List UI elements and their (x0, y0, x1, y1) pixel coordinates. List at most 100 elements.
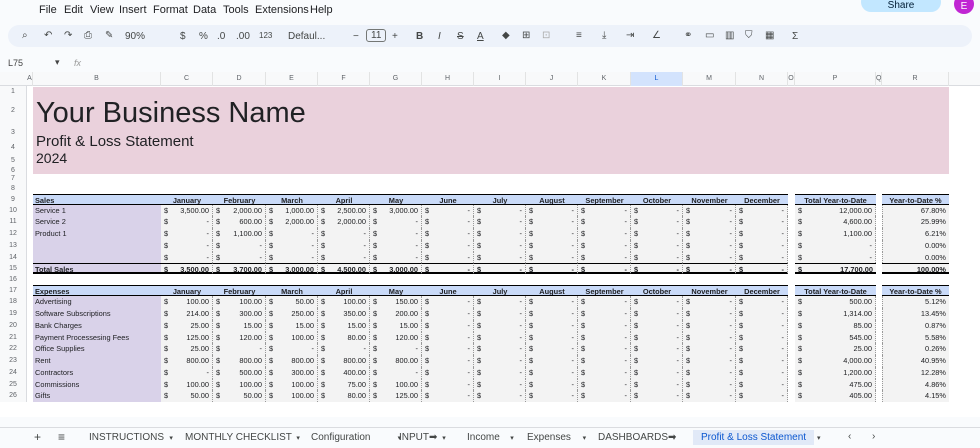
month-cell[interactable]: $100.00 (266, 332, 318, 343)
month-cell[interactable]: $ - (736, 216, 788, 228)
row-header-12[interactable]: 12 (0, 228, 27, 240)
month-header-february[interactable]: February (213, 194, 266, 205)
total-ytd-header[interactable]: Total Year-to-Date (795, 194, 876, 205)
month-cell[interactable]: $ - (526, 367, 578, 379)
month-cell[interactable]: $ - (161, 228, 213, 240)
month-cell[interactable]: $ - (474, 308, 526, 320)
menu-item-data[interactable]: Data (193, 4, 216, 16)
month-cell[interactable]: $ - (736, 367, 788, 379)
month-cell[interactable]: $ - (422, 205, 474, 216)
month-cell[interactable]: $4,500.00 (318, 263, 370, 274)
scroll-tabs-left-icon[interactable]: ‹ (848, 431, 851, 442)
column-header-d[interactable]: D (213, 72, 266, 86)
month-header-june[interactable]: June (422, 194, 474, 205)
month-cell[interactable]: $25.00 (161, 320, 213, 332)
percent-format-button[interactable]: % (199, 31, 208, 42)
month-cell[interactable]: $ - (683, 367, 736, 379)
month-cell[interactable]: $400.00 (318, 367, 370, 379)
month-cell[interactable]: $ - (318, 252, 370, 263)
total-ytd-cell[interactable]: $1,314.00 (795, 308, 876, 320)
month-cell[interactable]: $100.00 (318, 296, 370, 308)
month-cell[interactable]: $3,500.00 (161, 263, 213, 274)
month-cell[interactable]: $ - (683, 320, 736, 332)
month-cell[interactable]: $15.00 (266, 320, 318, 332)
row-header-13[interactable]: 13 (0, 240, 27, 252)
month-cell[interactable]: $ - (578, 252, 631, 263)
month-cell[interactable]: $ - (526, 355, 578, 367)
month-cell[interactable]: $ - (526, 379, 578, 390)
total-ytd-cell[interactable]: $4,600.00 (795, 216, 876, 228)
month-cell[interactable]: $ - (578, 379, 631, 390)
share-button[interactable]: Share (861, 0, 941, 12)
month-cell[interactable]: $ - (318, 228, 370, 240)
row-header-24[interactable]: 24 (0, 367, 27, 379)
ytd-pct-cell[interactable]: 4.86% (882, 379, 949, 390)
month-cell[interactable]: $15.00 (318, 320, 370, 332)
filter-icon[interactable]: ⛉ (745, 30, 753, 41)
increase-decimal-button[interactable]: .00 (236, 31, 250, 42)
month-cell[interactable]: $ - (578, 390, 631, 402)
search-icon[interactable]: ⌕ (22, 30, 28, 41)
month-cell[interactable]: $ - (578, 355, 631, 367)
month-cell[interactable]: $ - (631, 228, 683, 240)
month-cell[interactable]: $ - (474, 343, 526, 355)
undo-icon[interactable]: ↶ (44, 30, 52, 41)
menu-item-file[interactable]: File (39, 4, 57, 16)
month-cell[interactable]: $ - (318, 343, 370, 355)
month-cell[interactable]: $ - (474, 332, 526, 343)
total-ytd-cell[interactable]: $ - (795, 252, 876, 263)
month-cell[interactable]: $ - (631, 308, 683, 320)
row-header-26[interactable]: 26 (0, 390, 27, 402)
month-cell[interactable]: $ - (526, 296, 578, 308)
total-sales-label[interactable]: Total Sales (33, 263, 161, 274)
month-cell[interactable]: $214.00 (161, 308, 213, 320)
number-format-button[interactable]: 123 (259, 31, 272, 40)
month-header-may[interactable]: May (370, 194, 422, 205)
borders-icon[interactable]: ⊞ (522, 30, 530, 41)
month-cell[interactable]: $ - (526, 343, 578, 355)
row-header-14[interactable]: 14 (0, 252, 27, 263)
ytd-pct-cell[interactable]: 0.87% (882, 320, 949, 332)
month-cell[interactable]: $250.00 (266, 308, 318, 320)
row-label[interactable]: Contractors (33, 367, 161, 379)
month-header-december[interactable]: December (736, 285, 788, 296)
row-label[interactable]: Commissions (33, 379, 161, 390)
tab-dropdown-icon[interactable]: ▾ (583, 434, 587, 442)
currency-format-button[interactable]: $ (180, 31, 186, 42)
month-header-october[interactable]: October (631, 194, 683, 205)
month-cell[interactable]: $ - (736, 240, 788, 252)
ytd-pct-header[interactable]: Year-to-Date % (882, 194, 949, 205)
month-cell[interactable]: $ - (683, 355, 736, 367)
month-header-april[interactable]: April (318, 285, 370, 296)
month-cell[interactable]: $ - (631, 263, 683, 274)
column-header-n[interactable]: N (736, 72, 788, 86)
menu-item-help[interactable]: Help (310, 4, 333, 16)
sheet-tab-3[interactable]: INPUT➡ (399, 432, 437, 443)
month-cell[interactable]: $ - (578, 308, 631, 320)
link-icon[interactable]: ⚭ (684, 30, 692, 41)
month-header-september[interactable]: September (578, 194, 631, 205)
month-cell[interactable]: $800.00 (370, 355, 422, 367)
month-cell[interactable]: $ - (266, 343, 318, 355)
month-cell[interactable]: $350.00 (318, 308, 370, 320)
month-cell[interactable]: $3,700.00 (213, 263, 266, 274)
month-cell[interactable]: $100.00 (266, 379, 318, 390)
month-cell[interactable]: $100.00 (266, 390, 318, 402)
row-header-3[interactable]: 3 (0, 124, 27, 141)
month-cell[interactable]: $2,500.00 (318, 205, 370, 216)
section-header[interactable]: Expenses (33, 285, 161, 296)
month-header-february[interactable]: February (213, 285, 266, 296)
merge-cells-icon[interactable]: ⊡ (542, 30, 550, 41)
tab-dropdown-icon[interactable]: ▾ (169, 434, 173, 442)
month-cell[interactable]: $ - (474, 252, 526, 263)
menu-item-insert[interactable]: Insert (119, 4, 147, 16)
month-cell[interactable]: $ - (474, 228, 526, 240)
month-cell[interactable]: $ - (474, 216, 526, 228)
filter-views-icon[interactable]: ▦ (765, 30, 774, 41)
month-cell[interactable]: $ - (736, 355, 788, 367)
menu-item-extensions[interactable]: Extensions (255, 4, 309, 16)
month-cell[interactable]: $ - (422, 355, 474, 367)
row-label[interactable]: Rent (33, 355, 161, 367)
column-header-i[interactable]: I (474, 72, 526, 86)
month-cell[interactable]: $ - (474, 367, 526, 379)
